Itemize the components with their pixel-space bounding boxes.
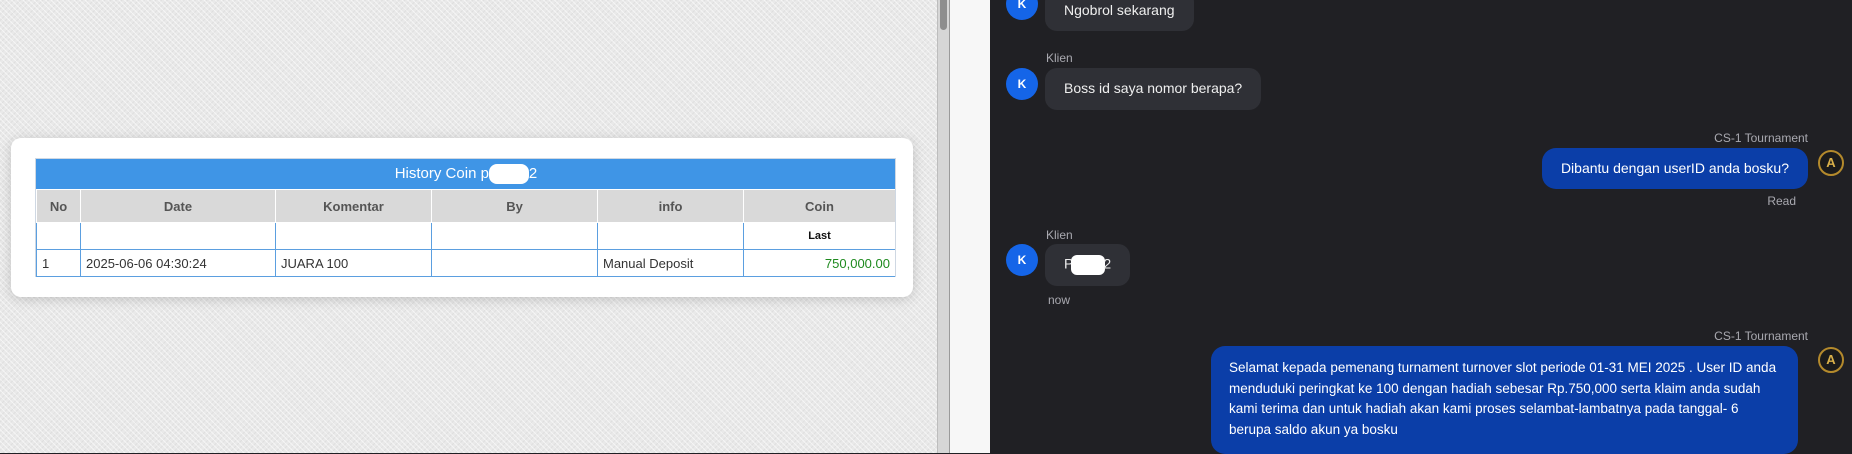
vertical-scrollbar[interactable] — [937, 0, 950, 453]
column-header-coin[interactable]: Coin — [743, 189, 895, 223]
message-bubble-agent: Dibantu dengan userID anda bosku? — [1541, 148, 1808, 189]
cell-no: 1 — [36, 249, 81, 277]
empty-cell — [431, 276, 598, 277]
history-coin-table: History Coin p 2 No Date Komentar By info… — [36, 159, 895, 277]
empty-cell — [275, 222, 432, 250]
chat-panel: K Ngobrol sekarang Klien K Boss id saya … — [990, 0, 1852, 454]
subheader-row: Last — [36, 222, 895, 250]
column-header-info[interactable]: info — [597, 189, 744, 223]
sender-name: Klien — [1046, 51, 1073, 65]
column-header-komentar[interactable]: Komentar — [275, 189, 432, 223]
last-label: Last — [743, 222, 895, 250]
empty-cell — [80, 276, 276, 277]
message-bubble-client: P2 — [1045, 244, 1131, 286]
history-title: History Coin p 2 — [36, 159, 895, 189]
cell-komentar: JUARA 100 — [275, 249, 432, 277]
message-bubble-client: Boss id saya nomor berapa? — [1045, 68, 1262, 110]
history-title-text: History Coin p — [394, 165, 489, 182]
message-bubble-client: Ngobrol sekarang — [1045, 0, 1194, 31]
client-avatar: K — [1006, 244, 1038, 276]
pane-gap — [950, 0, 990, 453]
column-header-no[interactable]: No — [36, 189, 81, 223]
table-header-row: No Date Komentar By info Coin — [36, 189, 895, 223]
message-text-suffix: 2 — [1103, 255, 1112, 272]
message-time: now — [1048, 293, 1071, 307]
column-header-by[interactable]: By — [431, 189, 598, 223]
cell-info: Manual Deposit — [597, 249, 744, 277]
empty-cell — [597, 276, 744, 277]
scrollbar-thumb[interactable] — [940, 0, 947, 30]
history-title-suffix: 2 — [528, 165, 538, 182]
empty-cell — [36, 222, 81, 250]
sender-name: Klien — [1046, 228, 1073, 242]
cell-coin: 750,000.00 — [743, 249, 895, 277]
client-avatar: K — [1006, 0, 1038, 20]
message-bubble-agent: Selamat kepada pemenang turnament turnov… — [1211, 346, 1798, 454]
redaction-mask — [1071, 255, 1106, 275]
agent-avatar-icon: A — [1818, 150, 1844, 176]
agent-avatar-icon: A — [1818, 347, 1844, 373]
agent-name: CS-1 Tournament — [1714, 329, 1808, 343]
history-coin-card: History Coin p 2 No Date Komentar By info… — [11, 138, 913, 297]
table-row[interactable]: 1 2025-06-06 04:30:24 JUARA 100 Manual D… — [36, 249, 895, 277]
history-table-wrapper: History Coin p 2 No Date Komentar By info… — [35, 158, 896, 277]
history-panel: History Coin p 2 No Date Komentar By info… — [0, 0, 937, 453]
empty-cell — [743, 276, 895, 277]
empty-cell — [275, 276, 432, 277]
empty-cell — [431, 222, 598, 250]
read-status: Read — [1767, 194, 1796, 208]
empty-cell — [36, 276, 81, 277]
cell-by — [431, 249, 598, 277]
empty-cell — [597, 222, 744, 250]
cell-date: 2025-06-06 04:30:24 — [80, 249, 276, 277]
client-avatar: K — [1006, 68, 1038, 100]
empty-cell — [80, 222, 276, 250]
column-header-date[interactable]: Date — [80, 189, 276, 223]
agent-name: CS-1 Tournament — [1714, 131, 1808, 145]
redaction-mask — [488, 164, 529, 185]
table-row — [36, 276, 895, 277]
